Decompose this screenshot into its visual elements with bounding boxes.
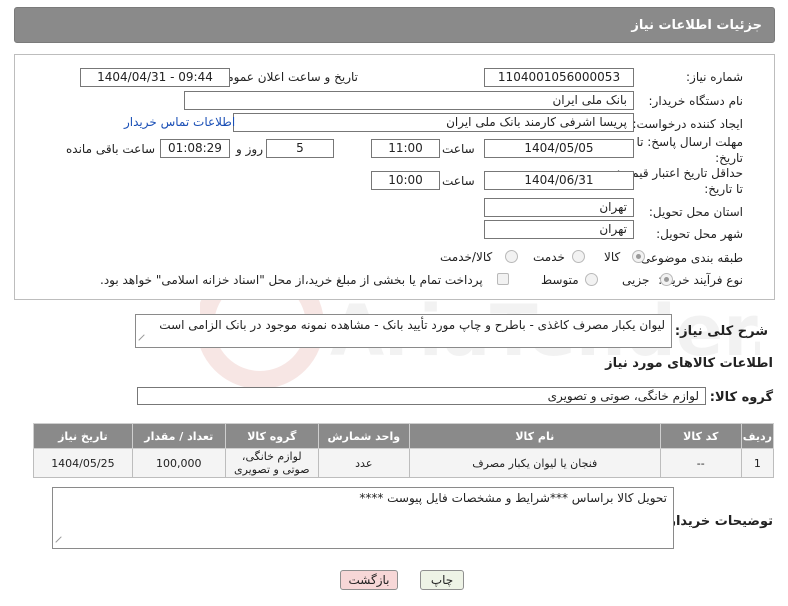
- announce-label: تاریخ و ساعت اعلان عمومی:: [213, 70, 358, 84]
- category-both-label: کالا/خدمت: [440, 250, 493, 264]
- process-medium-label: متوسط: [541, 273, 579, 287]
- buyer-contact-link[interactable]: اطلاعات تماس خریدار: [124, 115, 235, 129]
- buyer-notes-field: تحویل کالا براساس ***شرایط و مشخصات فایل…: [52, 487, 674, 549]
- col-date: تاریخ نیاز: [33, 423, 133, 449]
- col-index: ردیف: [740, 423, 775, 449]
- goods-group-label: گروه کالا:: [709, 390, 773, 405]
- col-code: کد کالا: [659, 423, 742, 449]
- process-minor-radio[interactable]: [660, 273, 673, 286]
- treasury-payment-checkbox[interactable]: [497, 273, 509, 285]
- price-validity-label-1: حداقل تاریخ اعتبار قیمت:: [616, 166, 743, 180]
- requester-field: پریسا اشرفی کارمند بانک ملی ایران: [233, 113, 634, 132]
- back-button[interactable]: بازگشت: [340, 570, 398, 590]
- province-field: تهران: [484, 198, 634, 217]
- announce-field: 1404/04/31 - 09:44: [80, 68, 230, 87]
- city-field: تهران: [484, 220, 634, 239]
- col-name: نام کالا: [408, 423, 661, 449]
- category-goods-radio[interactable]: [632, 250, 645, 263]
- reply-date-field: 1404/05/05: [484, 139, 634, 158]
- reply-deadline-label-1: مهلت ارسال پاسخ: تا: [636, 135, 743, 149]
- description-field: لیوان یکبار مصرف کاغذی - باطرح و چاپ مور…: [135, 314, 672, 348]
- buyer-notes-text: تحویل کالا براساس ***شرایط و مشخصات فایل…: [359, 491, 667, 505]
- cell-name: فنجان یا لیوان یکبار مصرف: [408, 448, 661, 478]
- remaining-time-label: ساعت باقی مانده: [66, 142, 156, 156]
- price-validity-time-label: ساعت: [442, 174, 475, 188]
- goods-section-title: اطلاعات کالاهای مورد نیاز: [605, 356, 773, 371]
- category-both-radio[interactable]: [505, 250, 518, 263]
- category-service-radio[interactable]: [572, 250, 585, 263]
- buyer-org-label: نام دستگاه خریدار:: [648, 94, 744, 108]
- reply-days-field: 5: [266, 139, 334, 158]
- items-table: ردیف کد کالا نام کالا واحد شمارش گروه کا…: [33, 423, 775, 478]
- col-group: گروه کالا: [224, 423, 319, 449]
- goods-group-field: لوازم خانگی، صوتی و تصویری: [137, 387, 706, 405]
- cell-date: 1404/05/25: [33, 448, 133, 478]
- reply-days-label: روز و: [236, 142, 263, 156]
- category-service-label: خدمت: [533, 250, 565, 264]
- price-validity-label-2: تا تاریخ:: [704, 182, 743, 196]
- cell-group: لوازم خانگی، صوتی و تصویری: [224, 448, 319, 478]
- reply-time-field: 11:00: [371, 139, 440, 158]
- city-label: شهر محل تحویل:: [656, 227, 743, 241]
- print-button[interactable]: چاپ: [420, 570, 464, 590]
- page-title: جزئیات اطلاعات نیاز: [14, 7, 775, 43]
- need-number-field: 1104001056000053: [484, 68, 634, 87]
- buyer-org-field: بانک ملی ایران: [184, 91, 634, 110]
- category-label: طبقه بندی موضوعی:: [636, 251, 743, 265]
- process-minor-label: جزیی: [622, 273, 650, 287]
- cell-qty: 100,000: [131, 448, 226, 478]
- price-validity-date-field: 1404/06/31: [484, 171, 634, 190]
- need-number-label: شماره نیاز:: [686, 70, 743, 84]
- description-text: لیوان یکبار مصرف کاغذی - باطرح و چاپ مور…: [159, 318, 665, 332]
- treasury-payment-note: پرداخت تمام یا بخشی از مبلغ خرید،از محل …: [100, 273, 483, 287]
- category-goods-label: کالا: [604, 250, 621, 264]
- process-medium-radio[interactable]: [585, 273, 598, 286]
- reply-time-label: ساعت: [442, 142, 475, 156]
- table-header-row: ردیف کد کالا نام کالا واحد شمارش گروه کا…: [33, 423, 775, 449]
- province-label: استان محل تحویل:: [648, 205, 743, 219]
- col-unit: واحد شمارش: [317, 423, 410, 449]
- col-qty: تعداد / مقدار: [131, 423, 226, 449]
- table-row: 1 -- فنجان یا لیوان یکبار مصرف عدد لوازم…: [33, 448, 775, 478]
- requester-label: ایجاد کننده درخواست:: [632, 117, 743, 131]
- buyer-notes-label: توضیحات خریدار:: [663, 514, 773, 529]
- description-label: شرح کلی نیاز:: [674, 324, 768, 339]
- cell-index: 1: [740, 448, 775, 478]
- remaining-time-field: 01:08:29: [160, 139, 230, 158]
- cell-code: --: [659, 448, 742, 478]
- cell-unit: عدد: [317, 448, 410, 478]
- reply-deadline-label-2: تاریخ:: [715, 151, 743, 165]
- price-validity-time-field: 10:00: [371, 171, 440, 190]
